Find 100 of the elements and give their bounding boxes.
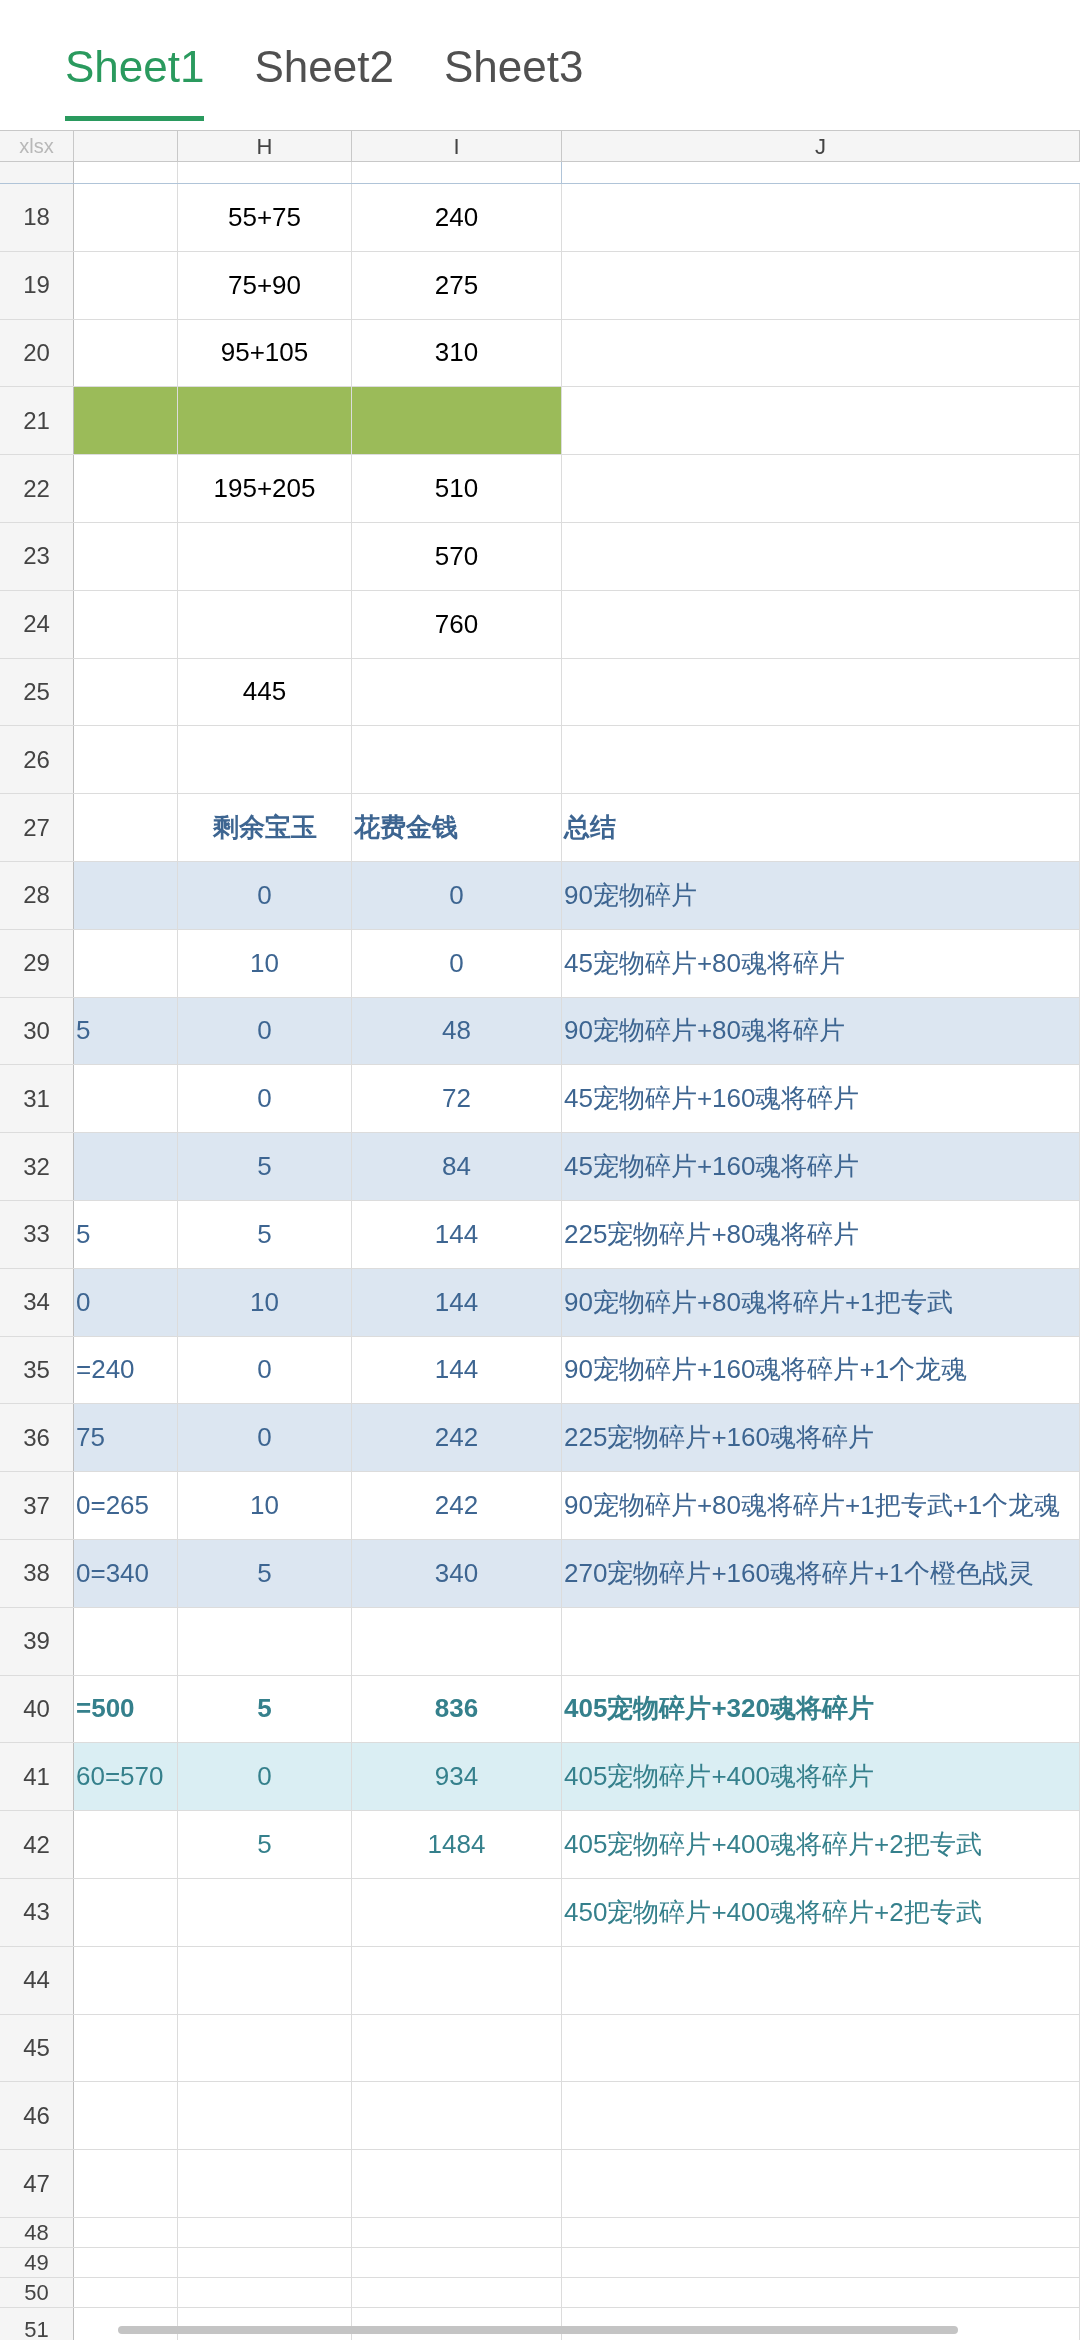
row-number[interactable]: 43 xyxy=(0,1878,74,1946)
row-number[interactable]: 26 xyxy=(0,726,74,794)
table-cell: 242 xyxy=(352,1404,562,1472)
table-cell: 242 xyxy=(352,1472,562,1539)
row-number[interactable]: 34 xyxy=(0,1268,74,1336)
table-cell: 0=265 xyxy=(74,1472,178,1539)
table-cell: 10 xyxy=(178,1268,352,1336)
table-cell: =240 xyxy=(74,1336,178,1404)
row-number[interactable]: 38 xyxy=(0,1539,74,1607)
table-cell: 总结 xyxy=(562,794,1080,861)
table-cell: 225宠物碎片+80魂将碎片 xyxy=(562,1200,1080,1268)
horizontal-scrollbar[interactable] xyxy=(118,2326,958,2334)
row-number[interactable]: 31 xyxy=(0,1065,74,1133)
table-cell: 45宠物碎片+80魂将碎片 xyxy=(562,929,1080,997)
table-cell: 510 xyxy=(352,455,562,522)
table-cell: 剩余宝玉 xyxy=(178,794,352,861)
row-number[interactable]: 49 xyxy=(0,2247,74,2277)
column-header[interactable]: J xyxy=(562,131,1080,161)
row-number[interactable]: 24 xyxy=(0,590,74,658)
row-number[interactable]: 21 xyxy=(0,387,74,455)
table-cell: 144 xyxy=(352,1336,562,1404)
table-cell: 48 xyxy=(352,997,562,1065)
sheet-tab[interactable]: Sheet1 xyxy=(65,38,205,121)
row-number[interactable]: 20 xyxy=(0,319,74,387)
table-cell: 90宠物碎片+80魂将碎片+1把专武 xyxy=(562,1268,1080,1336)
row-number[interactable]: 32 xyxy=(0,1133,74,1200)
table-cell: 760 xyxy=(352,590,562,658)
row-number[interactable]: 44 xyxy=(0,1946,74,2014)
table-cell: 340 xyxy=(352,1539,562,1607)
table-cell: 60=570 xyxy=(74,1743,178,1811)
table-cell: 310 xyxy=(352,319,562,387)
table-cell: 144 xyxy=(352,1200,562,1268)
row-number[interactable]: 25 xyxy=(0,658,74,726)
table-cell: 95+105 xyxy=(178,319,352,387)
table-cell: 45宠物碎片+160魂将碎片 xyxy=(562,1065,1080,1133)
table-cell: 570 xyxy=(352,523,562,590)
row-number[interactable]: 51 xyxy=(0,2307,74,2340)
row-number[interactable]: 29 xyxy=(0,929,74,997)
table-cell: 0 xyxy=(74,1268,178,1336)
table-cell: 花费金钱 xyxy=(352,794,562,861)
table-cell: 195+205 xyxy=(178,455,352,522)
row-number[interactable]: 18 xyxy=(0,184,74,251)
sheet-tab[interactable]: Sheet3 xyxy=(443,38,584,121)
row-number[interactable]: 30 xyxy=(0,997,74,1065)
table-cell: 225宠物碎片+160魂将碎片 xyxy=(562,1404,1080,1472)
row-number[interactable]: 28 xyxy=(0,861,74,929)
table-cell: 240 xyxy=(352,184,562,251)
row-number[interactable]: 35 xyxy=(0,1336,74,1404)
table-cell: 0 xyxy=(352,929,562,997)
table-cell: 836 xyxy=(352,1675,562,1743)
table-cell: 5 xyxy=(178,1675,352,1743)
table-cell: 75+90 xyxy=(178,251,352,319)
row-number[interactable]: 23 xyxy=(0,523,74,590)
row-number[interactable]: 37 xyxy=(0,1472,74,1539)
table-cell: 5 xyxy=(178,1539,352,1607)
table-cell: 144 xyxy=(352,1268,562,1336)
table-cell: 405宠物碎片+400魂将碎片 xyxy=(562,1743,1080,1811)
table-cell: 75 xyxy=(74,1404,178,1472)
row-number[interactable]: 39 xyxy=(0,1607,74,1675)
table-cell: 0 xyxy=(352,861,562,929)
table-cell: 405宠物碎片+400魂将碎片+2把专武 xyxy=(562,1811,1080,1878)
table-cell: 450宠物碎片+400魂将碎片+2把专武 xyxy=(562,1878,1080,1946)
column-header[interactable]: I xyxy=(352,131,562,161)
table-cell: 84 xyxy=(352,1133,562,1200)
table-cell: 0=340 xyxy=(74,1539,178,1607)
sheet-tab[interactable]: Sheet2 xyxy=(254,38,394,121)
table-cell: 5 xyxy=(178,1200,352,1268)
table-cell: 445 xyxy=(178,658,352,726)
table-cell: 90宠物碎片 xyxy=(562,861,1080,929)
row-number[interactable]: 46 xyxy=(0,2082,74,2150)
row-number[interactable]: 27 xyxy=(0,794,74,861)
table-cell: 0 xyxy=(178,1743,352,1811)
row-number[interactable]: 47 xyxy=(0,2150,74,2217)
table-cell: 1484 xyxy=(352,1811,562,1878)
table-cell: 0 xyxy=(178,861,352,929)
file-type-label: xlsx xyxy=(0,131,74,161)
table-cell: 5 xyxy=(74,1200,178,1268)
row-number[interactable] xyxy=(0,162,74,183)
row-number[interactable]: 19 xyxy=(0,251,74,319)
column-header[interactable]: H xyxy=(178,131,352,161)
row-number[interactable]: 48 xyxy=(0,2217,74,2247)
row-number[interactable]: 42 xyxy=(0,1811,74,1878)
row-number[interactable]: 41 xyxy=(0,1743,74,1811)
table-cell: 0 xyxy=(178,1065,352,1133)
table-cell: 45宠物碎片+160魂将碎片 xyxy=(562,1133,1080,1200)
table-cell: 5 xyxy=(178,1133,352,1200)
table-cell: 90宠物碎片+80魂将碎片 xyxy=(562,997,1080,1065)
table-cell: 270宠物碎片+160魂将碎片+1个橙色战灵 xyxy=(562,1539,1080,1607)
table-cell: 0 xyxy=(178,1336,352,1404)
row-number[interactable]: 50 xyxy=(0,2277,74,2307)
table-cell: =500 xyxy=(74,1675,178,1743)
table-cell: 405宠物碎片+320魂将碎片 xyxy=(562,1675,1080,1743)
table-cell: 72 xyxy=(352,1065,562,1133)
table-cell: 55+75 xyxy=(178,184,352,251)
row-number[interactable]: 45 xyxy=(0,2014,74,2082)
row-number[interactable]: 22 xyxy=(0,455,74,522)
row-number[interactable]: 33 xyxy=(0,1200,74,1268)
table-cell: 90宠物碎片+80魂将碎片+1把专武+1个龙魂 xyxy=(562,1472,1080,1539)
row-number[interactable]: 40 xyxy=(0,1675,74,1743)
row-number[interactable]: 36 xyxy=(0,1404,74,1472)
